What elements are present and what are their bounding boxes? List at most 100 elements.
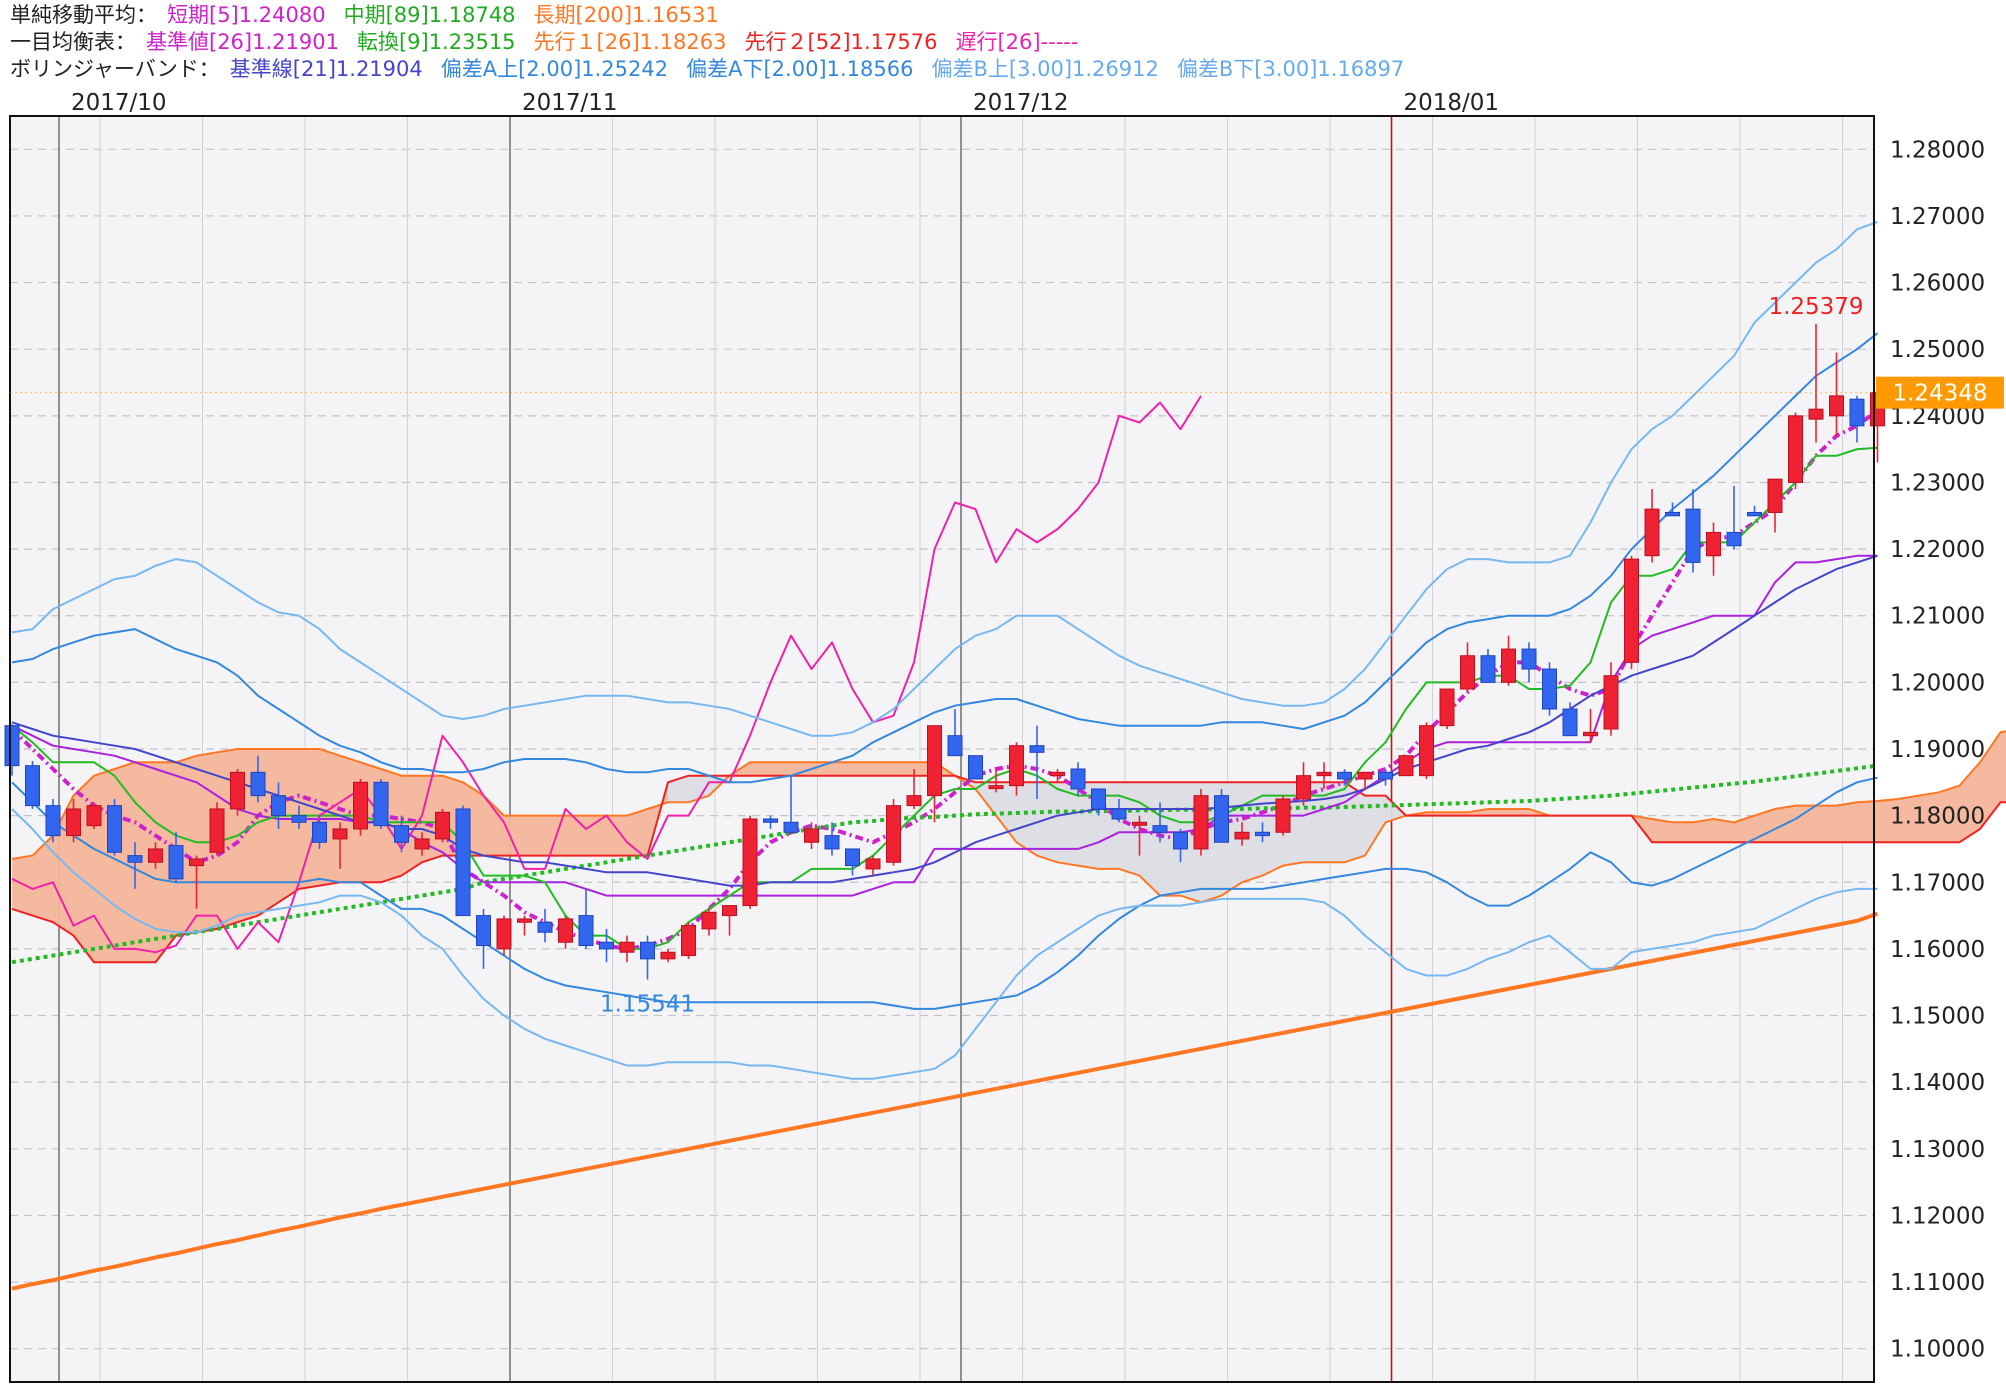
candle-body bbox=[1152, 825, 1168, 833]
candle-body bbox=[1480, 655, 1496, 683]
legend-title-sma: 単純移動平均： bbox=[10, 3, 157, 27]
cloud-segment-bull bbox=[545, 815, 566, 856]
candle-body bbox=[1029, 745, 1045, 753]
candle-body bbox=[230, 771, 245, 810]
y-tick-label: 1.23000 bbox=[1890, 470, 1985, 496]
candle-body bbox=[947, 735, 963, 757]
cloud-segment-bull bbox=[606, 815, 627, 856]
candle-body bbox=[1521, 648, 1537, 670]
legend-bollinger-mid: 基準線[21]1.21904 bbox=[229, 57, 423, 81]
candle-body bbox=[1091, 788, 1106, 810]
legend-row-bollinger: ボリンジャーバンド： 基準線[21]1.21904 偏差A上[2.00]1.2524… bbox=[10, 56, 2000, 83]
y-tick-label: 1.22000 bbox=[1890, 537, 1985, 563]
cloud-segment-bull bbox=[832, 762, 853, 776]
legend-sma-long: 長期[200]1.16531 bbox=[533, 3, 719, 27]
candle-body bbox=[1685, 508, 1701, 563]
candle-body bbox=[127, 855, 143, 863]
candle-body bbox=[189, 858, 204, 867]
candle-body bbox=[640, 941, 655, 960]
indicator-legend: 単純移動平均： 短期[5]1.24080 中期[89]1.18748 長期[200]1… bbox=[10, 2, 2000, 86]
candle-body bbox=[804, 828, 819, 843]
current-price-label: 1.24348 bbox=[1892, 381, 1987, 407]
cloud-segment-bull bbox=[1836, 802, 1857, 843]
candle-body bbox=[66, 808, 81, 837]
candle-body bbox=[4, 725, 20, 767]
candle-body bbox=[1193, 795, 1209, 850]
legend-title-bollinger: ボリンジャーバンド： bbox=[10, 57, 220, 81]
candle-body bbox=[1173, 831, 1188, 850]
candle-body bbox=[1378, 771, 1393, 780]
cloud-segment-bull bbox=[524, 815, 545, 856]
cloud-segment-bull bbox=[893, 762, 914, 776]
candle-body bbox=[1357, 771, 1373, 780]
cloud-segment-bull bbox=[750, 762, 771, 776]
cloud-segment-bull bbox=[770, 762, 791, 776]
cloud-segment-bull bbox=[1816, 805, 1837, 843]
legend-bollinger-b-lower: 偏差B下[3.00]1.16897 bbox=[1176, 57, 1405, 81]
candle-body bbox=[968, 755, 983, 780]
candle-body bbox=[250, 771, 266, 797]
legend-ichimoku-base: 基準値[26]1.21901 bbox=[146, 30, 339, 54]
cloud-segment-bull bbox=[852, 762, 873, 776]
y-tick-label: 1.28000 bbox=[1890, 137, 1985, 163]
candle-body bbox=[1808, 408, 1824, 420]
candle-body bbox=[435, 811, 450, 840]
candle-body bbox=[394, 825, 409, 843]
high-price-label: 1.25379 bbox=[1768, 294, 1863, 320]
candle-body bbox=[1460, 655, 1475, 690]
candle-body bbox=[1439, 688, 1455, 727]
candle-body bbox=[1337, 771, 1352, 780]
y-tick-label: 1.11000 bbox=[1890, 1270, 1985, 1296]
legend-ichimoku-conversion: 転換[9]1.23515 bbox=[356, 30, 516, 54]
y-tick-label: 1.21000 bbox=[1890, 604, 1985, 630]
x-tick-label: 2018/01 bbox=[1404, 90, 1500, 116]
candle-body bbox=[1706, 531, 1721, 557]
candle-body bbox=[1542, 668, 1557, 710]
candle-body bbox=[45, 805, 61, 837]
price-chart[interactable]: 1.25379 1.15541 2017/10 2017/11 2017/12 2018… bbox=[0, 84, 2006, 1392]
cloud-segment-bull bbox=[278, 749, 299, 903]
candle-body bbox=[1255, 831, 1270, 837]
candle-body bbox=[209, 808, 225, 853]
y-tick-label: 1.27000 bbox=[1890, 204, 1985, 230]
candle-body bbox=[599, 941, 614, 950]
cloud-segment-bull bbox=[319, 749, 340, 886]
candle-body bbox=[722, 905, 737, 917]
candle-body bbox=[906, 795, 922, 807]
cloud-segment-bull bbox=[565, 815, 586, 856]
y-tick-label: 1.18000 bbox=[1890, 804, 1985, 830]
legend-ichimoku-span1: 先行１[26]1.18263 bbox=[533, 30, 727, 54]
candle-body bbox=[1747, 511, 1762, 517]
candle-body bbox=[1644, 508, 1660, 557]
legend-bollinger-a-upper: 偏差A上[2.00]1.25242 bbox=[440, 57, 669, 81]
legend-title-ichimoku: 一目均衡表： bbox=[10, 30, 136, 54]
candle-body bbox=[1583, 731, 1598, 737]
candle-body bbox=[558, 918, 573, 943]
legend-row-ichimoku: 一目均衡表： 基準値[26]1.21901 転換[9]1.23515 先行１[26]1… bbox=[10, 29, 2000, 56]
y-tick-label: 1.10000 bbox=[1890, 1337, 1985, 1363]
candle-body bbox=[496, 918, 512, 950]
candle-body bbox=[1111, 808, 1127, 820]
cloud-segment-bull bbox=[627, 808, 648, 856]
candle-body bbox=[1788, 415, 1803, 483]
candle-body bbox=[168, 845, 184, 880]
candle-body bbox=[681, 925, 696, 957]
candle-body bbox=[701, 911, 717, 930]
candle-body bbox=[148, 848, 163, 863]
y-tick-label: 1.13000 bbox=[1890, 1137, 1985, 1163]
x-tick-label: 2017/12 bbox=[973, 90, 1069, 116]
candle-body bbox=[660, 951, 676, 960]
candle-body bbox=[1234, 831, 1250, 840]
cloud-segment-bull bbox=[2000, 731, 2006, 803]
candle-body bbox=[845, 848, 860, 867]
cloud-segment-bull bbox=[873, 762, 894, 776]
x-tick-label: 2017/10 bbox=[71, 90, 167, 116]
candle-body bbox=[619, 941, 635, 953]
x-tick-label: 2017/11 bbox=[522, 90, 618, 116]
candle-body bbox=[291, 815, 307, 823]
candle-body bbox=[1849, 398, 1865, 427]
candle-body bbox=[1275, 798, 1291, 833]
candle-body bbox=[373, 781, 389, 827]
y-tick-label: 1.17000 bbox=[1890, 870, 1985, 896]
legend-bollinger-a-lower: 偏差A下[2.00]1.18566 bbox=[686, 57, 914, 81]
